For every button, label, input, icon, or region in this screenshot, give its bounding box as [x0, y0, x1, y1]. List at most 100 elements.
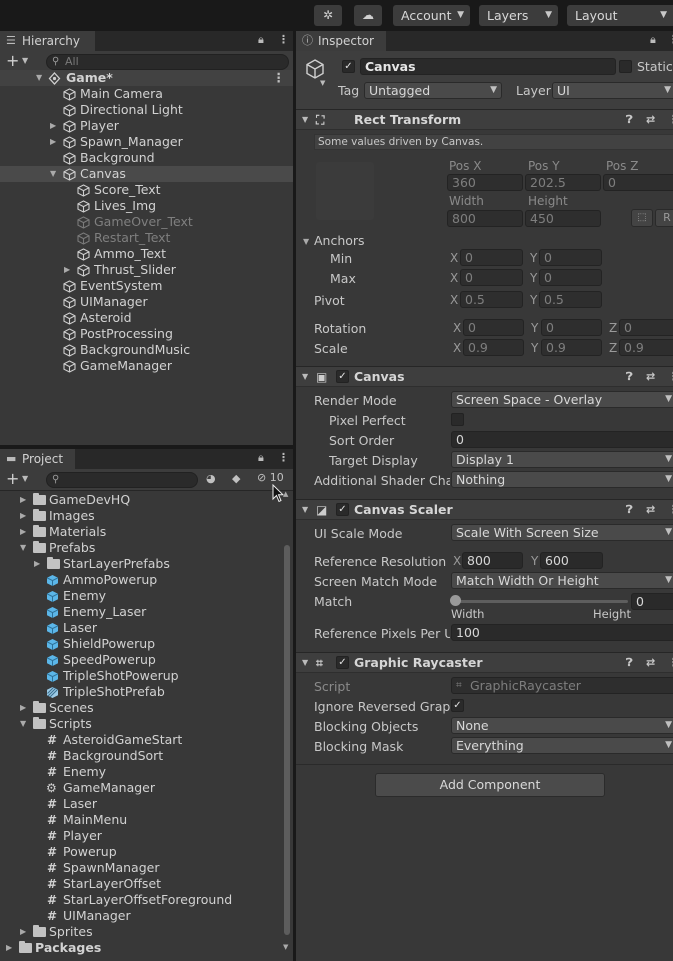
project-item[interactable]: # Laser	[0, 796, 280, 812]
preset-icon[interactable]: ⇄	[646, 110, 655, 130]
help-icon[interactable]: ❓︎	[626, 653, 633, 673]
panel-menu-icon[interactable]: ⋮	[278, 33, 289, 46]
hierarchy-item[interactable]: Lives_Img	[0, 198, 293, 214]
chevron-down-icon[interactable]: ▼	[320, 79, 325, 87]
sort-order-field[interactable]: 0	[451, 431, 673, 448]
reference-ppu-field[interactable]: 100	[451, 624, 673, 641]
pivot-y-field[interactable]: 0.5	[539, 291, 602, 308]
search-by-label-icon[interactable]: ◆	[232, 472, 240, 485]
account-dropdown[interactable]: Account ▼	[393, 5, 470, 26]
project-item[interactable]: # AsteroidGameStart	[0, 732, 280, 748]
project-item[interactable]: ▶ StarLayerPrefabs	[0, 556, 280, 572]
project-item[interactable]: ShieldPowerup	[0, 636, 280, 652]
lock-icon[interactable]: 🔒︎	[258, 33, 264, 47]
create-plus-icon[interactable]: +	[6, 471, 19, 487]
preset-icon[interactable]: ⇄	[646, 653, 655, 673]
hierarchy-item[interactable]: Score_Text	[0, 182, 293, 198]
layer-dropdown[interactable]: UI ▼	[552, 82, 673, 99]
expand-arrow-icon[interactable]: ▼	[36, 70, 42, 86]
canvas-component-header[interactable]: ▼ ▣ ✓ Canvas ❓︎ ⇄ ⋮	[296, 366, 673, 387]
foldout-arrow-icon[interactable]: ▼	[302, 500, 308, 520]
reference-x-field[interactable]: 800	[462, 552, 523, 569]
chevron-down-icon[interactable]: ▼	[22, 56, 28, 65]
help-icon[interactable]: ❓︎	[626, 367, 633, 387]
match-value-field[interactable]: 0	[631, 593, 673, 610]
project-item[interactable]: ▼ Prefabs	[0, 540, 280, 556]
script-field[interactable]: ⌗ GraphicRaycaster	[451, 677, 673, 694]
expand-arrow-icon[interactable]: ▶	[50, 118, 56, 134]
search-by-type-icon[interactable]: ◕	[206, 472, 216, 485]
anchor-min-x-field[interactable]: 0	[460, 249, 523, 266]
pivot-x-field[interactable]: 0.5	[460, 291, 523, 308]
hierarchy-item[interactable]: ▶ Spawn_Manager	[0, 134, 293, 150]
project-item[interactable]: # UIManager	[0, 908, 280, 924]
foldout-arrow-icon[interactable]: ▼	[302, 110, 308, 130]
expand-arrow-icon[interactable]: ▶	[34, 556, 40, 572]
component-menu-icon[interactable]: ⋮	[668, 367, 673, 387]
canvas-enabled-checkbox[interactable]: ✓	[336, 370, 349, 383]
scene-row[interactable]: ▼ Game* ⋮	[0, 70, 293, 86]
hierarchy-item[interactable]: Ammo_Text	[0, 246, 293, 262]
hidden-packages-toggle[interactable]: ⊘ 10	[257, 471, 284, 484]
expand-arrow-icon[interactable]: ▶	[20, 492, 26, 508]
project-item[interactable]: Enemy_Laser	[0, 604, 280, 620]
create-plus-icon[interactable]: +	[6, 53, 19, 69]
project-item[interactable]: ▶ Sprites	[0, 924, 280, 940]
object-name-field[interactable]: Canvas	[360, 58, 616, 75]
pos-x-field[interactable]: 360	[447, 174, 523, 191]
project-item[interactable]: ▶ Packages	[0, 940, 280, 956]
match-slider-track[interactable]	[454, 600, 628, 603]
add-component-button[interactable]: Add Component	[375, 773, 605, 797]
expand-arrow-icon[interactable]: ▶	[20, 508, 26, 524]
preset-icon[interactable]: ⇄	[646, 367, 655, 387]
rect-transform-header[interactable]: ▼ ⛶ Rect Transform ❓︎ ⇄ ⋮	[296, 109, 673, 130]
project-item[interactable]: # StarLayerOffset	[0, 876, 280, 892]
hierarchy-item[interactable]: GameManager	[0, 358, 293, 374]
lock-icon[interactable]: 🔒︎	[650, 33, 656, 47]
cloud-services-icon[interactable]: ✲	[314, 5, 342, 26]
graphic-raycaster-header[interactable]: ▼ ⌗ ✓ Graphic Raycaster ❓︎ ⇄ ⋮	[296, 652, 673, 673]
anchor-max-y-field[interactable]: 0	[539, 269, 602, 286]
project-item[interactable]: ▶ GameDevHQ	[0, 492, 280, 508]
project-item[interactable]: ▼ Scripts	[0, 716, 280, 732]
foldout-arrow-icon[interactable]: ▼	[302, 653, 308, 673]
project-item[interactable]: Laser	[0, 620, 280, 636]
project-item[interactable]: TripleShotPowerup	[0, 668, 280, 684]
lock-icon[interactable]: 🔒︎	[258, 451, 264, 465]
rotation-x-field[interactable]: 0	[463, 319, 524, 336]
project-item[interactable]: # MainMenu	[0, 812, 280, 828]
active-checkbox[interactable]: ✓	[342, 60, 355, 73]
expand-arrow-icon[interactable]: ▶	[20, 700, 26, 716]
hierarchy-item[interactable]: GameOver_Text	[0, 214, 293, 230]
hierarchy-item[interactable]: PostProcessing	[0, 326, 293, 342]
scale-z-field[interactable]: 0.9	[619, 339, 673, 356]
width-field[interactable]: 800	[447, 210, 523, 227]
chevron-down-icon[interactable]: ▼	[22, 474, 28, 483]
project-search-input[interactable]: ⚲	[46, 472, 198, 488]
anchor-min-y-field[interactable]: 0	[539, 249, 602, 266]
project-item[interactable]: Enemy	[0, 588, 280, 604]
panel-menu-icon[interactable]: ⋮	[278, 451, 289, 464]
render-mode-dropdown[interactable]: Screen Space - Overlay ▼	[451, 391, 673, 408]
project-item[interactable]: # Enemy	[0, 764, 280, 780]
rotation-y-field[interactable]: 0	[541, 319, 602, 336]
ui-scale-mode-dropdown[interactable]: Scale With Screen Size ▼	[451, 524, 673, 541]
pos-y-field[interactable]: 202.5	[525, 174, 601, 191]
raycaster-enabled-checkbox[interactable]: ✓	[336, 656, 349, 669]
hierarchy-item[interactable]: ▼ Canvas	[0, 166, 293, 182]
hierarchy-item[interactable]: Asteroid	[0, 310, 293, 326]
anchor-max-x-field[interactable]: 0	[460, 269, 523, 286]
anchor-presets-button[interactable]	[316, 162, 374, 220]
foldout-arrow-icon[interactable]: ▼	[303, 237, 309, 246]
static-checkbox[interactable]	[619, 60, 632, 73]
tab-hierarchy[interactable]: ☰ Hierarchy	[0, 31, 95, 51]
layout-dropdown[interactable]: Layout ▼	[567, 5, 673, 26]
project-item[interactable]: SpeedPowerup	[0, 652, 280, 668]
foldout-arrow-icon[interactable]: ▼	[302, 367, 308, 387]
raw-edit-button[interactable]: R	[655, 209, 673, 227]
project-item[interactable]: AmmoPowerup	[0, 572, 280, 588]
screen-match-mode-dropdown[interactable]: Match Width Or Height ▼	[451, 572, 673, 589]
project-scrollbar[interactable]: ▲ ▼	[283, 490, 291, 953]
target-display-dropdown[interactable]: Display 1 ▼	[451, 451, 673, 468]
component-menu-icon[interactable]: ⋮	[668, 653, 673, 673]
